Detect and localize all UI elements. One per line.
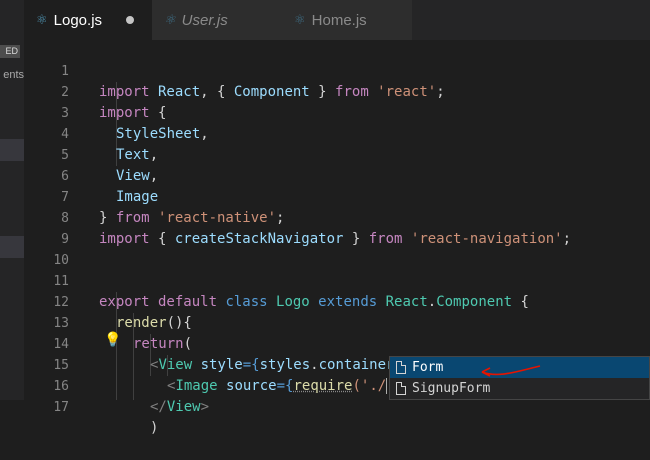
tab-label: Logo.js <box>53 11 103 29</box>
tab-label: Home.js <box>311 11 367 29</box>
code-line: 5 View, <box>61 148 159 184</box>
sidebar-label[interactable]: ents <box>0 69 24 81</box>
code-line: 10 <box>53 253 69 268</box>
code-line: 1 import React, { Component } from 'reac… <box>61 64 445 100</box>
code-line: 12 render(){ <box>53 295 192 331</box>
lightbulb-icon[interactable]: 💡 <box>104 332 121 348</box>
react-file-icon: ⚛ <box>294 12 306 27</box>
code-line: 13 return( <box>53 316 193 352</box>
code-line: 3 StyleSheet, <box>61 106 209 142</box>
sidebar-selected-item[interactable] <box>0 139 24 161</box>
code-line: 8 import { createStackNavigator } from '… <box>61 211 572 247</box>
code-line: 11 export default class Logo extends Rea… <box>53 274 529 310</box>
tab-logo-js[interactable]: ⚛ Logo.js <box>24 0 152 40</box>
tab-label: User.js <box>181 11 228 29</box>
react-file-icon: ⚛ <box>164 12 176 27</box>
code-line: 9 <box>61 232 69 247</box>
code-line: 2 import { <box>61 85 167 121</box>
suggestion-label: Form <box>412 360 444 375</box>
tab-home-js[interactable]: ⚛ Home.js <box>282 0 412 40</box>
react-file-icon: ⚛ <box>36 12 48 27</box>
red-arrow-annotation <box>481 365 541 377</box>
tab-user-js[interactable]: ⚛ User.js <box>152 0 282 40</box>
code-line: 4 Text, <box>61 127 159 163</box>
editor-tab-bar: ⚛ Logo.js ⚛ User.js ⚛ Home.js <box>24 0 650 40</box>
explorer-sidebar: ED ents <box>0 0 24 400</box>
code-line: 6 Image <box>61 169 159 205</box>
file-icon <box>396 382 406 395</box>
code-line: 14 <View style={styles.container}> <box>53 337 411 373</box>
code-editor[interactable]: 1 import React, { Component } from 'reac… <box>24 40 650 436</box>
sidebar-badge: ED <box>0 45 20 58</box>
code-line: 7 } from 'react-native'; <box>61 190 285 226</box>
unsaved-dot-icon[interactable] <box>126 16 135 24</box>
file-icon <box>396 361 406 374</box>
sidebar-selected-item[interactable] <box>0 236 24 258</box>
